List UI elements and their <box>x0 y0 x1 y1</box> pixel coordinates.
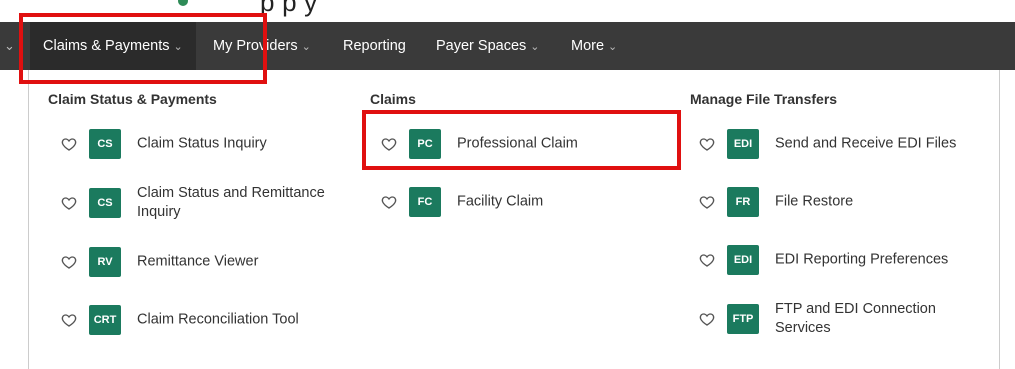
nav-item-label: Claims & Payments <box>43 38 170 54</box>
menu-entry-claim-status-remittance[interactable]: CS Claim Status and Remittance Inquiry <box>61 183 341 223</box>
entry-label: Claim Reconciliation Tool <box>137 311 299 328</box>
chevron-down-icon: ⌄ <box>301 41 311 53</box>
menu-entry-remittance-viewer[interactable]: RV Remittance Viewer <box>61 242 341 282</box>
menu-entry-claim-status-inquiry[interactable]: CS Claim Status Inquiry <box>61 124 341 164</box>
chevron-down-icon: ⌄ <box>530 41 540 53</box>
nav-item-label: More <box>571 38 605 54</box>
menu-entry-send-receive-edi[interactable]: EDI Send and Receive EDI Files <box>699 124 989 164</box>
entry-label: File Restore <box>775 193 854 210</box>
app-badge: PC <box>409 129 441 159</box>
heart-outline-icon[interactable] <box>699 311 715 327</box>
entry-label: Send and Receive EDI Files <box>775 135 957 152</box>
entry-label: Professional Claim <box>457 135 578 152</box>
entry-label: Claim Status and Remittance Inquiry <box>137 185 325 220</box>
entry-label: EDI Reporting Preferences <box>775 251 949 268</box>
entry-label: FTP and EDI Connection Services <box>775 301 936 336</box>
nav-more[interactable]: More ⌄ <box>571 22 617 70</box>
app-badge: CRT <box>89 305 121 335</box>
heart-outline-icon[interactable] <box>61 312 77 328</box>
app-badge: CS <box>89 129 121 159</box>
menu-entry-professional-claim[interactable]: PC Professional Claim <box>381 124 661 164</box>
caption-strip: p p y <box>0 0 1015 22</box>
nav-my-providers[interactable]: My Providers ⌄ <box>213 22 311 70</box>
app-badge: EDI <box>727 245 759 275</box>
app-badge: FC <box>409 187 441 217</box>
heart-outline-icon[interactable] <box>699 136 715 152</box>
menu-entry-claim-reconciliation[interactable]: CRT Claim Reconciliation Tool <box>61 300 341 340</box>
menu-entry-edi-reporting[interactable]: EDI EDI Reporting Preferences <box>699 240 989 280</box>
app-badge: EDI <box>727 129 759 159</box>
nav-item-label: Payer Spaces <box>436 38 527 54</box>
menu-entry-file-restore[interactable]: FR File Restore <box>699 182 989 222</box>
column-heading: Claims <box>370 91 416 107</box>
menu-entry-ftp-edi-connection[interactable]: FTP FTP and EDI Connection Services <box>699 299 989 339</box>
heart-outline-icon[interactable] <box>381 136 397 152</box>
entry-label: Facility Claim <box>457 193 544 210</box>
heart-outline-icon[interactable] <box>699 194 715 210</box>
app-badge: FR <box>727 187 759 217</box>
claims-payments-menu: Claim Status & Payments CS Claim Status … <box>28 70 1000 369</box>
column-heading: Claim Status & Payments <box>48 91 217 107</box>
chevron-down-icon[interactable]: ⌄ <box>4 38 15 54</box>
app-badge: FTP <box>727 304 759 334</box>
app-badge: CS <box>89 188 121 218</box>
heart-outline-icon[interactable] <box>61 195 77 211</box>
column-heading: Manage File Transfers <box>690 91 838 107</box>
app-badge: RV <box>89 247 121 277</box>
chevron-down-icon: ⌄ <box>173 41 183 53</box>
entry-label: Remittance Viewer <box>137 253 259 270</box>
nav-reporting[interactable]: Reporting <box>343 22 406 70</box>
heart-outline-icon[interactable] <box>61 136 77 152</box>
heart-outline-icon[interactable] <box>61 254 77 270</box>
heart-outline-icon[interactable] <box>699 252 715 268</box>
main-navbar: ⌄ Claims & Payments ⌄ My Providers ⌄ Repor… <box>0 22 1015 70</box>
heart-outline-icon[interactable] <box>381 194 397 210</box>
menu-entry-facility-claim[interactable]: FC Facility Claim <box>381 182 661 222</box>
nav-item-label: My Providers <box>213 38 298 54</box>
chevron-down-icon: ⌄ <box>608 41 618 53</box>
caption-dot <box>178 0 188 6</box>
nav-item-label: Reporting <box>343 38 406 54</box>
entry-label: Claim Status Inquiry <box>137 135 267 152</box>
caption-text: p p y <box>260 0 318 17</box>
nav-payer-spaces[interactable]: Payer Spaces ⌄ <box>436 22 540 70</box>
nav-claims-payments[interactable]: Claims & Payments ⌄ <box>30 22 196 70</box>
